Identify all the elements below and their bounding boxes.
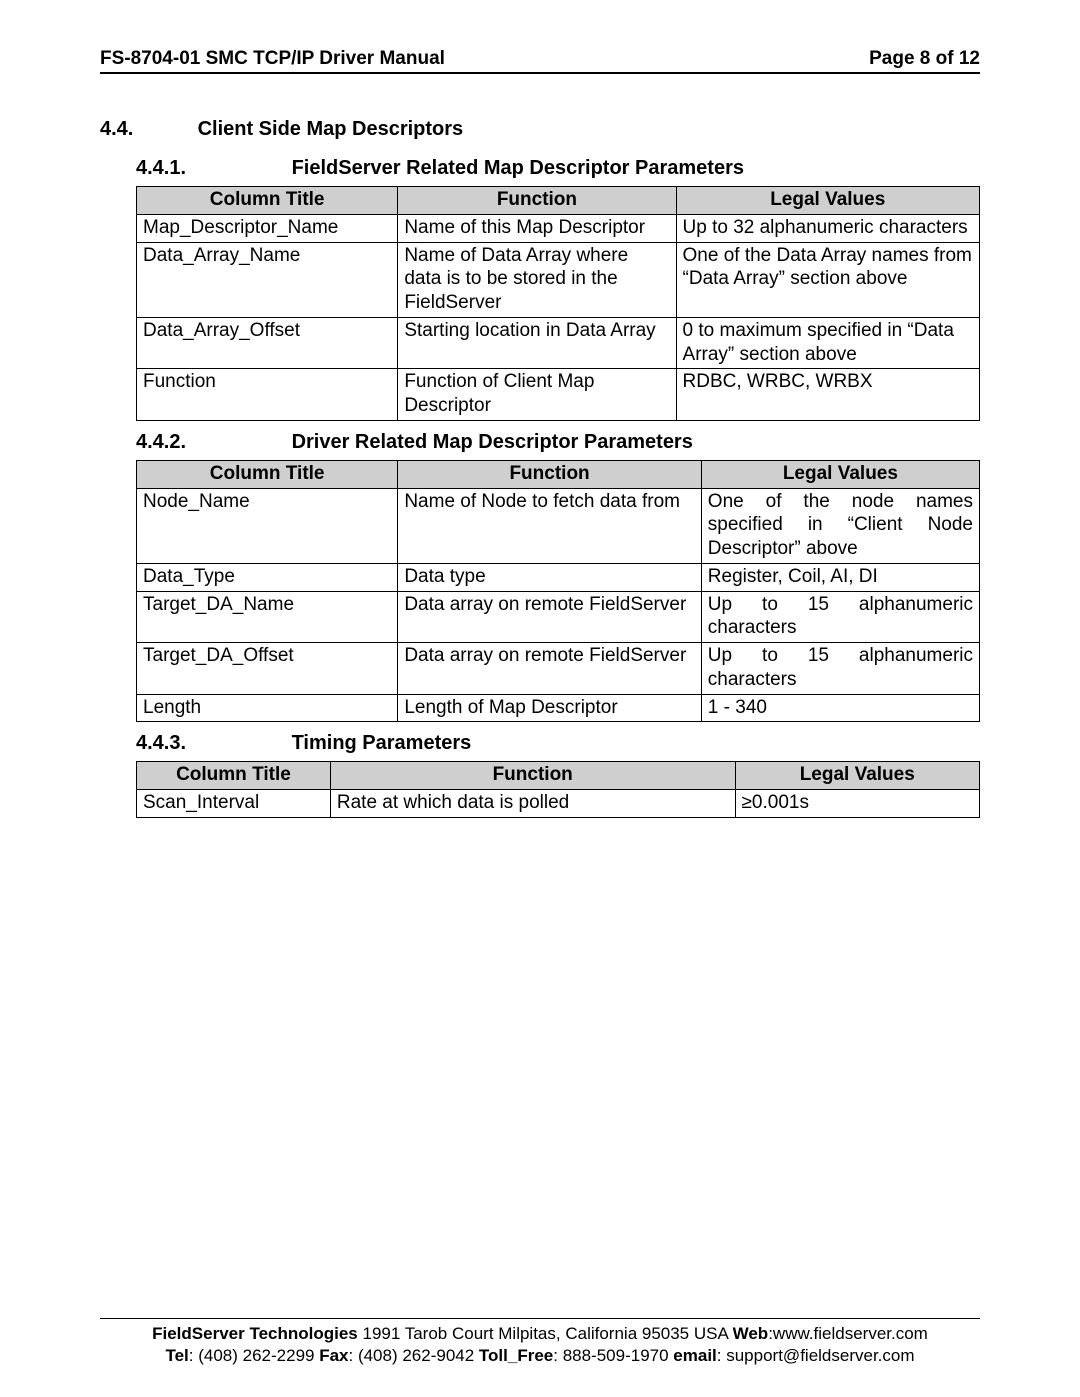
subsection-443-heading: 4.4.3. Timing Parameters (136, 732, 980, 755)
table-442: Column Title Function Legal Values Node_… (136, 460, 980, 723)
cell: Scan_Interval (137, 790, 331, 818)
cell: Up to 15 alphanumeric characters (701, 643, 979, 695)
footer-fax-value: : (408) 262-9042 (349, 1346, 479, 1365)
cell: Target_DA_Name (137, 591, 398, 643)
footer-email-label: email (673, 1346, 716, 1365)
section-number: 4.4. (100, 118, 192, 141)
subsection-number: 4.4.2. (136, 431, 286, 454)
header-left: FS-8704-01 SMC TCP/IP Driver Manual (100, 48, 445, 70)
subsection-441-heading: 4.4.1. FieldServer Related Map Descripto… (136, 157, 980, 180)
footer-fax-label: Fax (319, 1346, 348, 1365)
section-title: Client Side Map Descriptors (198, 118, 464, 140)
table-441: Column Title Function Legal Values Map_D… (136, 186, 980, 421)
cell: Function of Client Map Descriptor (398, 369, 676, 421)
footer-tel-label: Tel (165, 1346, 188, 1365)
th-legal-values: Legal Values (676, 187, 979, 215)
subsection-442-heading: 4.4.2. Driver Related Map Descriptor Par… (136, 431, 980, 454)
th-column-title: Column Title (137, 762, 331, 790)
cell: Data_Array_Name (137, 242, 398, 317)
cell: Node_Name (137, 488, 398, 563)
cell: Length of Map Descriptor (398, 694, 701, 722)
footer-tollfree-value: : 888-509-1970 (553, 1346, 673, 1365)
table-header-row: Column Title Function Legal Values (137, 762, 980, 790)
cell: RDBC, WRBC, WRBX (676, 369, 979, 421)
page: FS-8704-01 SMC TCP/IP Driver Manual Page… (0, 0, 1080, 1397)
footer-line-2: Tel: (408) 262-2299 Fax: (408) 262-9042 … (100, 1345, 980, 1367)
subsection-number: 4.4.3. (136, 732, 286, 755)
cell: One of the Data Array names from “Data A… (676, 242, 979, 317)
th-column-title: Column Title (137, 460, 398, 488)
cell: 0 to maximum specified in “Data Array” s… (676, 317, 979, 369)
th-column-title: Column Title (137, 187, 398, 215)
table-row: Map_Descriptor_Name Name of this Map Des… (137, 214, 980, 242)
table-row: Function Function of Client Map Descript… (137, 369, 980, 421)
table-header-row: Column Title Function Legal Values (137, 187, 980, 215)
footer-line-1: FieldServer Technologies 1991 Tarob Cour… (100, 1323, 980, 1345)
page-header: FS-8704-01 SMC TCP/IP Driver Manual Page… (100, 48, 980, 74)
cell: One of the node names specified in “Clie… (701, 488, 979, 563)
table-row: Target_DA_Name Data array on remote Fiel… (137, 591, 980, 643)
cell: Data array on remote FieldServer (398, 591, 701, 643)
cell: Up to 32 alphanumeric characters (676, 214, 979, 242)
th-function: Function (398, 460, 701, 488)
cell: Function (137, 369, 398, 421)
th-legal-values: Legal Values (701, 460, 979, 488)
footer-tollfree-label: Toll_Free (479, 1346, 553, 1365)
subsection-title: Driver Related Map Descriptor Parameters (292, 431, 693, 453)
cell: Starting location in Data Array (398, 317, 676, 369)
cell: Data_Type (137, 563, 398, 591)
table-row: Data_Array_Offset Starting location in D… (137, 317, 980, 369)
cell: ≥0.001s (735, 790, 980, 818)
cell: Name of this Map Descriptor (398, 214, 676, 242)
cell: Name of Data Array where data is to be s… (398, 242, 676, 317)
footer-web-label: Web (733, 1324, 769, 1343)
table-row: Node_Name Name of Node to fetch data fro… (137, 488, 980, 563)
cell: Data array on remote FieldServer (398, 643, 701, 695)
cell: Length (137, 694, 398, 722)
table-443: Column Title Function Legal Values Scan_… (136, 761, 980, 818)
cell: 1 - 340 (701, 694, 979, 722)
footer-address: 1991 Tarob Court Milpitas, California 95… (358, 1324, 733, 1343)
page-footer: FieldServer Technologies 1991 Tarob Cour… (100, 1318, 980, 1367)
cell: Data_Array_Offset (137, 317, 398, 369)
footer-email-value: : support@fieldserver.com (717, 1346, 915, 1365)
cell: Name of Node to fetch data from (398, 488, 701, 563)
table-row: Data_Array_Name Name of Data Array where… (137, 242, 980, 317)
table-row: Scan_Interval Rate at which data is poll… (137, 790, 980, 818)
table-row: Length Length of Map Descriptor 1 - 340 (137, 694, 980, 722)
page-content: 4.4. Client Side Map Descriptors 4.4.1. … (100, 74, 980, 1318)
cell: Data type (398, 563, 701, 591)
footer-company: FieldServer Technologies (152, 1324, 358, 1343)
footer-tel-value: : (408) 262-2299 (189, 1346, 319, 1365)
header-right: Page 8 of 12 (869, 48, 980, 70)
cell: Up to 15 alphanumeric characters (701, 591, 979, 643)
cell: Rate at which data is polled (330, 790, 735, 818)
th-function: Function (398, 187, 676, 215)
cell: Register, Coil, AI, DI (701, 563, 979, 591)
table-header-row: Column Title Function Legal Values (137, 460, 980, 488)
cell: Map_Descriptor_Name (137, 214, 398, 242)
th-function: Function (330, 762, 735, 790)
table-row: Data_Type Data type Register, Coil, AI, … (137, 563, 980, 591)
th-legal-values: Legal Values (735, 762, 980, 790)
subsection-title: FieldServer Related Map Descriptor Param… (292, 157, 744, 179)
subsection-title: Timing Parameters (292, 732, 472, 754)
table-row: Target_DA_Offset Data array on remote Fi… (137, 643, 980, 695)
cell: Target_DA_Offset (137, 643, 398, 695)
section-heading: 4.4. Client Side Map Descriptors (100, 118, 980, 141)
subsection-number: 4.4.1. (136, 157, 286, 180)
footer-web-value: :www.fieldserver.com (768, 1324, 928, 1343)
